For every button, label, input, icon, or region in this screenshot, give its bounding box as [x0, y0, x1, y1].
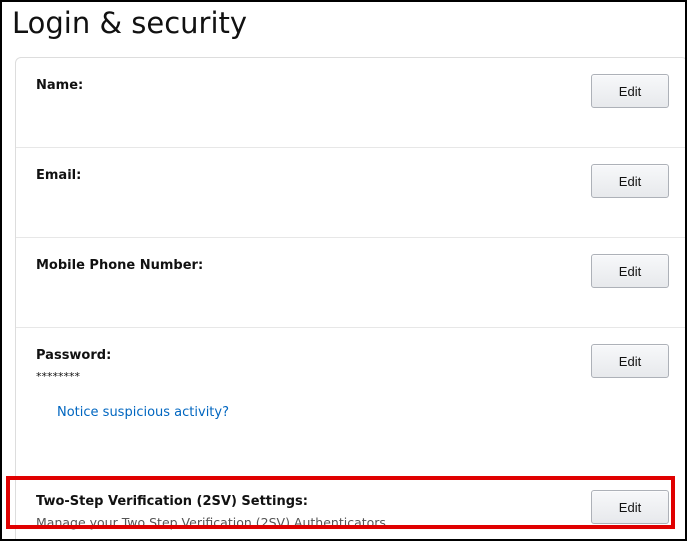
- two-step-row: Two-Step Verification (2SV) Settings: Ma…: [16, 478, 685, 539]
- name-row: Name: Edit: [16, 58, 685, 148]
- password-label: Password:: [36, 348, 112, 363]
- edit-password-button[interactable]: Edit: [591, 344, 669, 378]
- two-step-label: Two-Step Verification (2SV) Settings:: [36, 494, 308, 509]
- password-value: ********: [36, 370, 80, 383]
- password-row: Password: ******** Notice suspicious act…: [16, 328, 685, 456]
- two-step-description: Manage your Two Step Verification (2SV) …: [36, 515, 386, 530]
- name-label: Name:: [36, 78, 84, 93]
- email-label: Email:: [36, 168, 82, 183]
- security-settings-card: Name: Edit Email: Edit Mobile Phone Numb…: [15, 57, 685, 539]
- edit-email-button[interactable]: Edit: [591, 164, 669, 198]
- edit-name-button[interactable]: Edit: [591, 74, 669, 108]
- page-title: Login & security: [12, 6, 248, 40]
- screenshot-frame: Login & security Name: Edit Email: Edit …: [0, 0, 687, 541]
- phone-row: Mobile Phone Number: Edit: [16, 238, 685, 328]
- phone-label: Mobile Phone Number:: [36, 258, 204, 273]
- email-row: Email: Edit: [16, 148, 685, 238]
- suspicious-activity-link[interactable]: Notice suspicious activity?: [57, 405, 229, 420]
- edit-phone-button[interactable]: Edit: [591, 254, 669, 288]
- edit-two-step-button[interactable]: Edit: [591, 490, 669, 524]
